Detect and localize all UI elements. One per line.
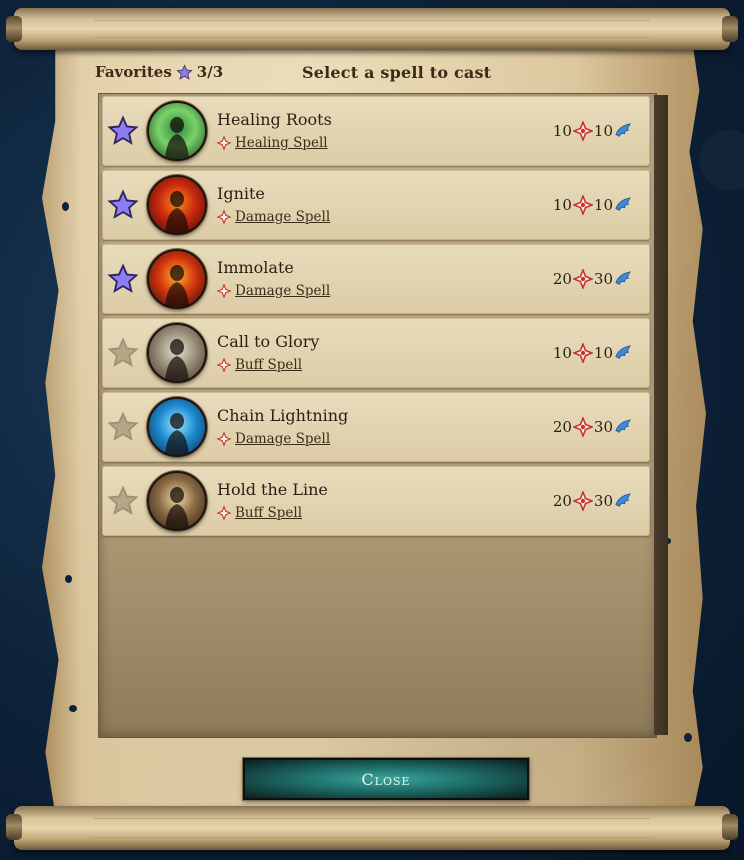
mana-gem-icon: [572, 417, 593, 437]
spell-cost: 20 30: [553, 491, 632, 511]
spell-cost: 10 10: [553, 121, 632, 141]
spell-type[interactable]: Damage Spell: [217, 431, 330, 447]
parchment-hole: [65, 575, 72, 583]
spell-name: Healing Roots: [217, 110, 332, 129]
favorites-label: Favorites: [95, 63, 172, 81]
spell-row[interactable]: Healing Roots Healing Spell 10 10: [102, 96, 650, 166]
close-button[interactable]: Close: [243, 758, 529, 800]
parchment-hole: [69, 705, 77, 712]
wing-icon: [615, 271, 631, 285]
parchment-hole: [684, 733, 692, 742]
parchment-hole: [62, 202, 69, 211]
spell-type-icon: [217, 210, 231, 224]
spell-cost: 10 10: [553, 343, 632, 363]
spell-type[interactable]: Buff Spell: [217, 505, 302, 521]
chain-lightning-portrait-icon: [147, 397, 207, 457]
spell-cost: 20 30: [553, 269, 632, 289]
immolate-portrait-icon: [147, 249, 207, 309]
spell-row[interactable]: Chain Lightning Damage Spell 20 30: [102, 392, 650, 462]
mana-gem-icon: [572, 343, 593, 363]
spell-type-icon: [217, 284, 231, 298]
spell-type[interactable]: Healing Spell: [217, 135, 328, 151]
mana-gem-icon: [572, 269, 593, 289]
spell-row[interactable]: Call to Glory Buff Spell 10 10: [102, 318, 650, 388]
mana-cost-value: 20: [552, 418, 572, 436]
spell-type-icon: [217, 136, 231, 150]
action-cost-value: 10: [593, 344, 613, 362]
spell-type[interactable]: Buff Spell: [217, 357, 302, 373]
spell-cost: 10 10: [553, 195, 632, 215]
spell-type-icon: [217, 358, 231, 372]
mana-cost-value: 10: [552, 196, 572, 214]
scroll-rod-top: [6, 8, 738, 50]
favorite-toggle-star-icon[interactable]: [107, 485, 139, 517]
wing-icon: [615, 197, 631, 211]
mana-gem-icon: [572, 121, 593, 141]
healing-roots-portrait-icon: [147, 101, 207, 161]
spell-type[interactable]: Damage Spell: [217, 209, 330, 225]
spell-name: Chain Lightning: [217, 406, 349, 425]
mana-gem-icon: [572, 195, 593, 215]
action-cost-value: 30: [593, 418, 613, 436]
spell-row[interactable]: Hold the Line Buff Spell 20 30: [102, 466, 650, 536]
wing-icon: [615, 419, 631, 433]
ignite-portrait-icon: [147, 175, 207, 235]
page-title: Select a spell to cast: [302, 63, 492, 82]
mana-cost-value: 10: [552, 122, 572, 140]
action-cost-value: 30: [593, 492, 613, 510]
call-to-glory-portrait-icon: [147, 323, 207, 383]
hold-the-line-portrait-icon: [147, 471, 207, 531]
spell-type[interactable]: Damage Spell: [217, 283, 330, 299]
favorite-toggle-star-icon[interactable]: [107, 115, 139, 147]
spell-name: Hold the Line: [217, 480, 328, 499]
spell-name: Immolate: [217, 258, 294, 277]
wing-icon: [615, 493, 631, 507]
favorite-toggle-star-icon[interactable]: [107, 189, 139, 221]
spell-type-icon: [217, 506, 231, 520]
mana-cost-value: 10: [552, 344, 572, 362]
spell-name: Call to Glory: [217, 332, 320, 351]
favorite-star-icon: [176, 63, 193, 80]
favorite-toggle-star-icon[interactable]: [107, 411, 139, 443]
favorites-counter: Favorites 3/3: [95, 63, 223, 81]
scroll-rod-bottom: [6, 806, 738, 850]
action-cost-value: 30: [593, 270, 613, 288]
action-cost-value: 10: [593, 122, 613, 140]
action-cost-value: 10: [593, 196, 613, 214]
mana-cost-value: 20: [552, 492, 572, 510]
spell-row[interactable]: Ignite Damage Spell 10 10: [102, 170, 650, 240]
spell-cost: 20 30: [553, 417, 632, 437]
spell-name: Ignite: [217, 184, 265, 203]
scrollbar[interactable]: [654, 95, 668, 735]
wing-icon: [615, 345, 631, 359]
spell-type-icon: [217, 432, 231, 446]
favorites-count: 3/3: [196, 63, 224, 81]
favorite-toggle-star-icon[interactable]: [107, 263, 139, 295]
favorite-toggle-star-icon[interactable]: [107, 337, 139, 369]
water-ripple: [700, 130, 744, 190]
mana-gem-icon: [572, 491, 593, 511]
wing-icon: [615, 123, 631, 137]
spell-row[interactable]: Immolate Damage Spell 20 30: [102, 244, 650, 314]
mana-cost-value: 20: [552, 270, 572, 288]
